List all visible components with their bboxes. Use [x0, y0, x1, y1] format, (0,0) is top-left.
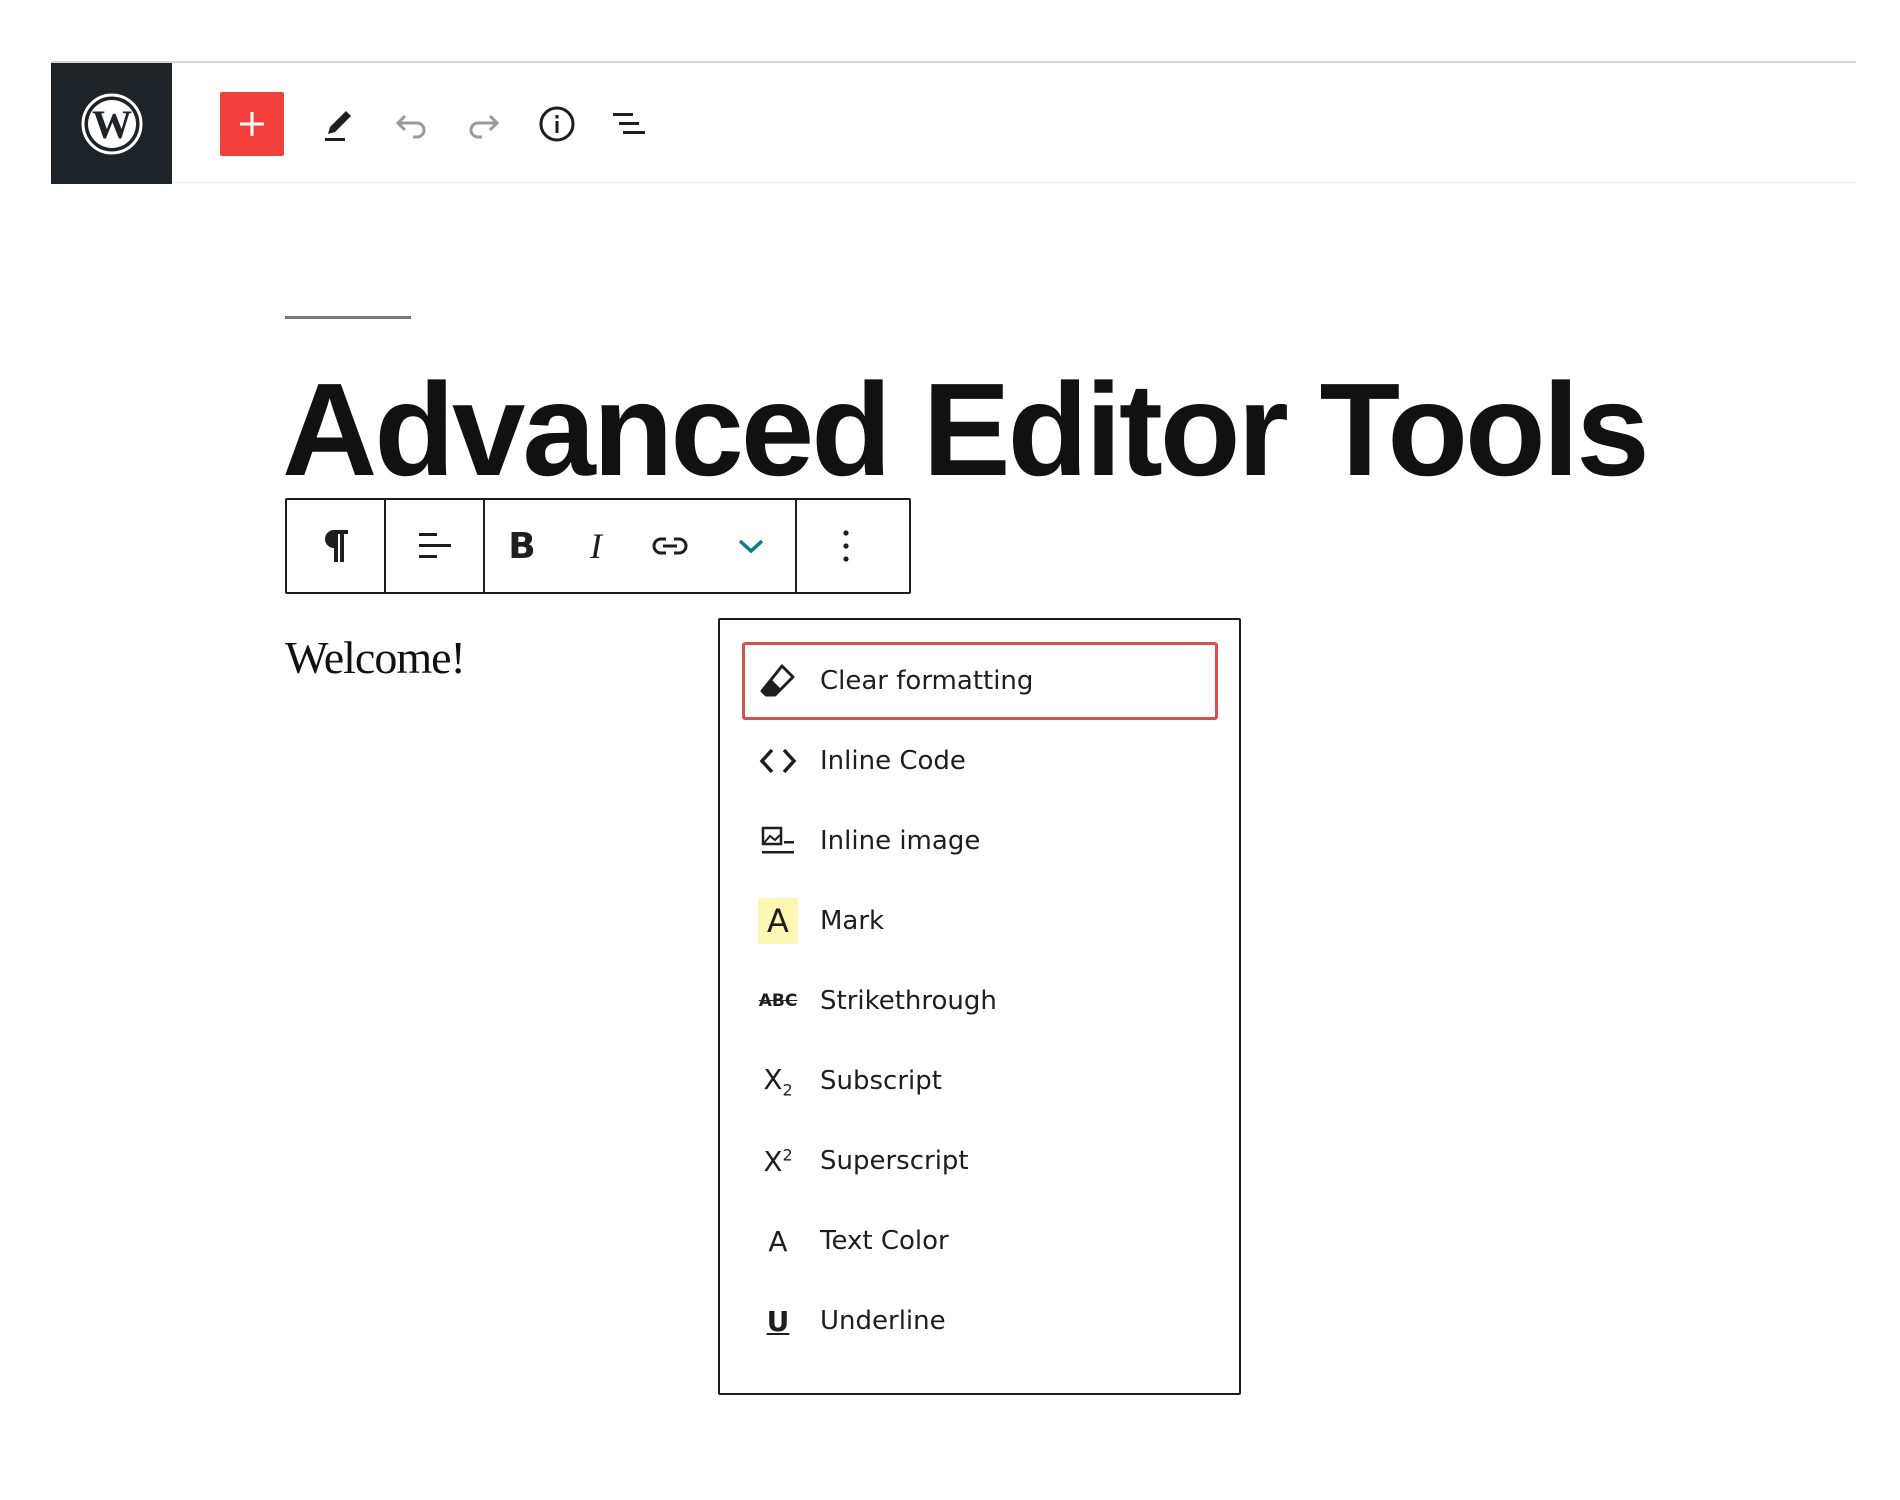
more-formats-button[interactable]	[707, 500, 795, 592]
subscript-icon: X2	[758, 1057, 798, 1105]
plus-icon	[240, 112, 264, 136]
link-icon	[652, 537, 688, 555]
mark-icon: A	[758, 897, 798, 945]
svg-text:W: W	[92, 102, 132, 147]
menu-item-label: Inline image	[820, 826, 981, 856]
paragraph-block[interactable]: Welcome!	[285, 628, 466, 688]
top-toolbar: W	[51, 61, 1856, 184]
strikethrough-glyph: ABC	[758, 991, 798, 1011]
menu-item-label: Inline Code	[820, 746, 966, 776]
menu-item-label: Clear formatting	[820, 666, 1034, 696]
align-left-icon	[418, 533, 451, 558]
formatting-group: B I	[483, 500, 795, 592]
list-view-icon	[613, 113, 645, 134]
menu-item-superscript[interactable]: X2 Superscript	[742, 1122, 1218, 1200]
link-button[interactable]	[633, 500, 707, 592]
pencil-icon	[325, 111, 351, 141]
subscript-base: X	[763, 1062, 783, 1096]
list-view-button[interactable]	[597, 92, 661, 156]
menu-item-strikethrough[interactable]: ABC Strikethrough	[742, 962, 1218, 1040]
add-block-button[interactable]	[220, 92, 284, 156]
superscript-base: X	[763, 1144, 783, 1178]
code-icon	[758, 737, 798, 785]
superscript-index: 2	[782, 1145, 793, 1165]
menu-item-underline[interactable]: U Underline	[742, 1282, 1218, 1360]
underline-icon: U	[758, 1297, 798, 1345]
menu-item-label: Text Color	[820, 1226, 949, 1256]
menu-item-clear-formatting[interactable]: Clear formatting	[742, 642, 1218, 720]
options-group	[795, 500, 894, 592]
menu-item-label: Superscript	[820, 1146, 969, 1176]
image-icon	[758, 817, 798, 865]
format-dropdown-menu: Clear formatting Inline Code Inline imag…	[718, 618, 1241, 1395]
bold-button[interactable]: B	[485, 500, 559, 592]
title-separator	[285, 316, 411, 319]
redo-icon	[469, 114, 500, 139]
menu-item-subscript[interactable]: X2 Subscript	[742, 1042, 1218, 1120]
wordpress-logo[interactable]: W	[51, 63, 172, 184]
menu-item-mark[interactable]: A Mark	[742, 882, 1218, 960]
italic-button[interactable]: I	[559, 500, 633, 592]
options-button[interactable]	[797, 500, 894, 592]
menu-item-label: Mark	[820, 906, 885, 936]
subscript-index: 2	[782, 1080, 793, 1100]
details-button[interactable]	[525, 92, 589, 156]
chevron-down-icon	[738, 539, 764, 554]
paragraph-icon	[324, 530, 348, 562]
eraser-icon	[758, 657, 798, 705]
italic-icon: I	[590, 526, 602, 566]
align-button[interactable]	[386, 500, 483, 592]
strikethrough-icon: ABC	[758, 977, 798, 1025]
block-type-group	[287, 500, 384, 592]
undo-icon	[395, 114, 426, 139]
superscript-icon: X2	[758, 1137, 798, 1185]
more-vertical-icon	[842, 530, 849, 562]
post-title[interactable]: Advanced Editor Tools	[282, 355, 1650, 505]
edit-tools-button[interactable]	[306, 92, 370, 156]
align-group	[384, 500, 483, 592]
menu-item-inline-image[interactable]: Inline image	[742, 802, 1218, 880]
menu-item-label: Subscript	[820, 1066, 942, 1096]
mark-glyph: A	[758, 898, 798, 944]
undo-button[interactable]	[379, 92, 443, 156]
bold-icon: B	[508, 525, 536, 567]
redo-button[interactable]	[452, 92, 516, 156]
paragraph-type-button[interactable]	[287, 500, 384, 592]
text-color-icon: A	[758, 1217, 798, 1265]
text-color-glyph: A	[768, 1224, 788, 1258]
menu-item-inline-code[interactable]: Inline Code	[742, 722, 1218, 800]
underline-glyph: U	[766, 1304, 790, 1338]
block-toolbar: B I	[285, 498, 911, 594]
menu-item-label: Underline	[820, 1306, 946, 1336]
wordpress-logo-icon: W	[81, 93, 142, 154]
menu-item-text-color[interactable]: A Text Color	[742, 1202, 1218, 1280]
menu-item-label: Strikethrough	[820, 986, 997, 1016]
info-icon	[539, 106, 575, 142]
